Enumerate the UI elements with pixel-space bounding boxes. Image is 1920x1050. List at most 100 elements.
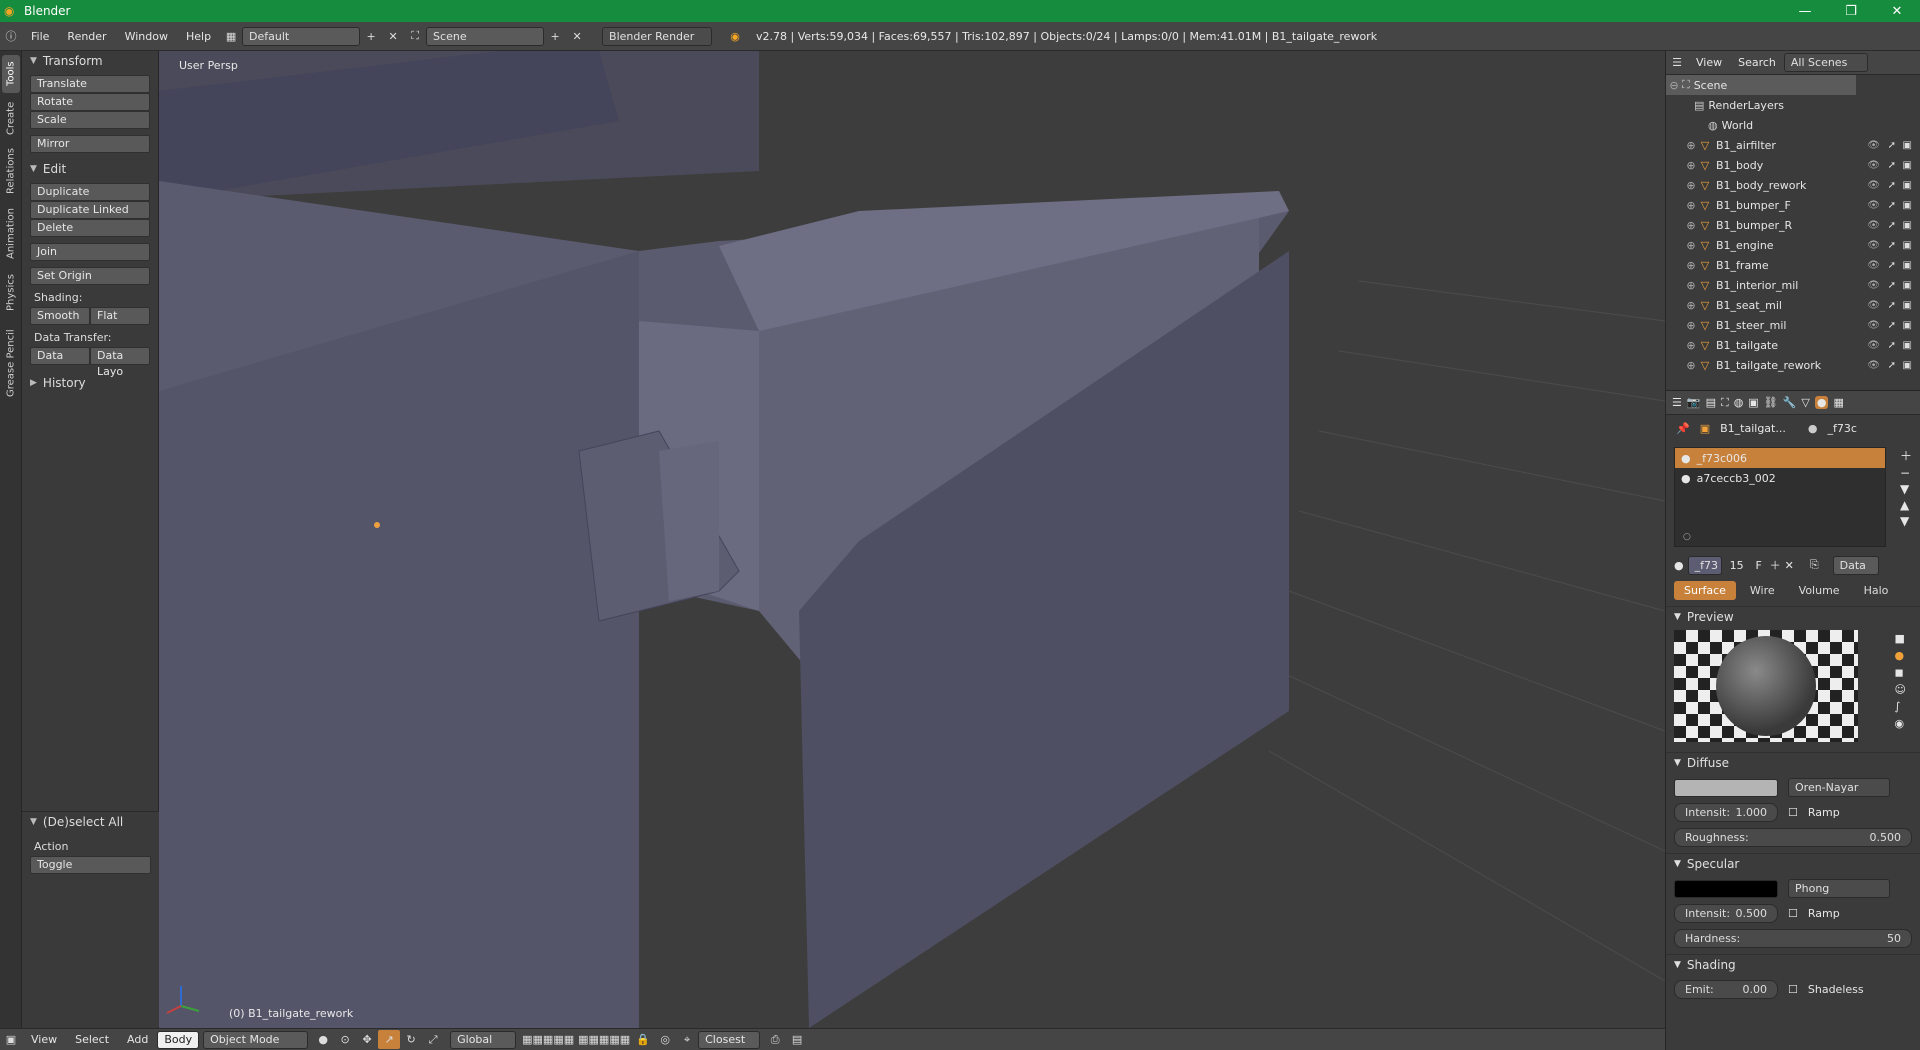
screen-layout-field[interactable]: Default xyxy=(242,26,361,46)
duplicate-button[interactable]: Duplicate xyxy=(30,183,150,201)
modifiers-tab-icon[interactable]: 🔧 xyxy=(1783,396,1797,409)
properties-editor-icon[interactable]: ☰ xyxy=(1672,396,1682,409)
outliner-object-row[interactable]: ⊕ ▽ B1_airfilter 👁 ➚ ▣ xyxy=(1666,135,1920,155)
specular-shader-select[interactable]: Phong xyxy=(1788,879,1890,898)
tab-physics[interactable]: Physics xyxy=(2,269,20,317)
selectable-cursor-icon[interactable]: ➚ xyxy=(1888,240,1896,251)
outliner-scene-row[interactable]: ⊖ ⛶ Scene xyxy=(1666,75,1856,95)
specular-panel-header[interactable]: ▼ Specular xyxy=(1666,853,1920,873)
data-button[interactable]: Data xyxy=(30,347,90,365)
constraints-tab-icon[interactable]: ⛓ xyxy=(1764,396,1778,409)
specular-ramp-checkbox[interactable]: ☐ xyxy=(1788,907,1798,920)
outliner-object-row[interactable]: ⊕ ▽ B1_interior_mil 👁 ➚ ▣ xyxy=(1666,275,1920,295)
remove-scene-icon[interactable]: ✕ xyxy=(566,27,588,46)
menu-window[interactable]: Window xyxy=(116,30,177,43)
data-layout-button[interactable]: Data Layo xyxy=(90,347,150,378)
expand-icon[interactable]: ⊕ xyxy=(1684,359,1698,372)
scene-field[interactable]: Scene xyxy=(426,26,545,46)
outliner-object-row[interactable]: ⊕ ▽ B1_tailgate_rework 👁 ➚ ▣ xyxy=(1666,355,1920,375)
remove-layout-icon[interactable]: ✕ xyxy=(382,27,404,46)
expand-icon[interactable]: ⊕ xyxy=(1684,239,1698,252)
outliner-view-menu[interactable]: View xyxy=(1688,56,1730,69)
renderable-camera-icon[interactable]: ▣ xyxy=(1903,280,1912,291)
new-material-icon[interactable]: ＋ xyxy=(1770,557,1781,573)
material-slot-row[interactable]: ● _f73c006 xyxy=(1675,448,1885,468)
outliner-editor-icon[interactable]: ☰ xyxy=(1666,53,1688,72)
renderable-camera-icon[interactable]: ▣ xyxy=(1903,340,1912,351)
preview-panel-header[interactable]: ▼ Preview xyxy=(1666,606,1920,626)
renderable-camera-icon[interactable]: ▣ xyxy=(1903,320,1912,331)
set-origin-select[interactable]: Set Origin xyxy=(30,267,150,285)
specular-intensity-field[interactable]: Intensit: 0.500 xyxy=(1674,904,1778,923)
link-select[interactable]: Data xyxy=(1832,555,1879,575)
history-panel-header[interactable]: ▶ History xyxy=(22,373,158,393)
edit-panel-header[interactable]: ▼ Edit xyxy=(22,159,158,179)
context-material[interactable]: _f73c xyxy=(1827,422,1856,435)
smooth-button[interactable]: Smooth xyxy=(30,307,90,325)
visibility-eye-icon[interactable]: 👁 xyxy=(1867,340,1880,351)
translate-button[interactable]: Translate xyxy=(30,75,150,93)
outliner-object-row[interactable]: ⊕ ▽ B1_frame 👁 ➚ ▣ xyxy=(1666,255,1920,275)
duplicate-linked-button[interactable]: Duplicate Linked xyxy=(30,201,150,219)
specular-color-swatch[interactable] xyxy=(1674,879,1778,898)
sky-preview-icon[interactable]: ◉ xyxy=(1895,717,1906,730)
viewport-shading-icon[interactable]: ● xyxy=(312,1030,334,1049)
menu-view[interactable]: View xyxy=(22,1033,66,1046)
renderable-camera-icon[interactable]: ▣ xyxy=(1903,220,1912,231)
material-browse-icon[interactable]: ● xyxy=(1674,559,1684,572)
add-scene-icon[interactable]: + xyxy=(544,27,566,46)
expand-icon[interactable]: ⊕ xyxy=(1684,279,1698,292)
selectable-cursor-icon[interactable]: ➚ xyxy=(1888,220,1896,231)
rotate-manipulator-icon[interactable]: ↻ xyxy=(400,1030,422,1049)
tab-surface[interactable]: Surface xyxy=(1674,581,1736,600)
selectable-cursor-icon[interactable]: ➚ xyxy=(1888,260,1896,271)
expand-icon[interactable]: ⊕ xyxy=(1684,339,1698,352)
outliner-renderlayers-row[interactable]: ▤ RenderLayers xyxy=(1666,95,1920,115)
diffuse-intensity-field[interactable]: Intensit: 1.000 xyxy=(1674,803,1778,822)
expand-icon[interactable]: ⊕ xyxy=(1684,159,1698,172)
rotate-button[interactable]: Rotate xyxy=(30,93,150,111)
selectable-cursor-icon[interactable]: ➚ xyxy=(1888,180,1896,191)
selectable-cursor-icon[interactable]: ➚ xyxy=(1888,300,1896,311)
maximize-icon[interactable]: ❐ xyxy=(1828,0,1874,22)
selectable-cursor-icon[interactable]: ➚ xyxy=(1888,360,1896,371)
hardness-field[interactable]: Hardness: 50 xyxy=(1674,929,1912,948)
tab-relations[interactable]: Relations xyxy=(2,143,20,199)
scale-manipulator-icon[interactable]: ⤢ xyxy=(422,1030,444,1049)
slot-specials-icon[interactable]: ▼ xyxy=(1900,482,1912,496)
outliner-object-row[interactable]: ⊕ ▽ B1_bumper_F 👁 ➚ ▣ xyxy=(1666,195,1920,215)
visibility-eye-icon[interactable]: 👁 xyxy=(1867,320,1880,331)
opengl-render-icon[interactable]: ▤ xyxy=(786,1030,808,1049)
outliner-object-row[interactable]: ⊕ ▽ B1_seat_mil 👁 ➚ ▣ xyxy=(1666,295,1920,315)
body-menu-button[interactable]: Body xyxy=(157,1030,200,1049)
monkey-preview-icon[interactable]: ☺ xyxy=(1895,683,1906,696)
object-tab-icon[interactable]: ▣ xyxy=(1748,396,1758,409)
selectable-cursor-icon[interactable]: ➚ xyxy=(1888,320,1896,331)
unlink-material-icon[interactable]: ✕ xyxy=(1785,559,1794,572)
pin-icon[interactable]: 📌 xyxy=(1676,422,1690,435)
selectable-cursor-icon[interactable]: ➚ xyxy=(1888,160,1896,171)
render-layers-tab-icon[interactable]: ▤ xyxy=(1706,396,1716,409)
tab-grease-pencil[interactable]: Grease Pencil xyxy=(2,321,20,405)
data-tab-icon[interactable]: ▽ xyxy=(1801,396,1809,409)
visibility-eye-icon[interactable]: 👁 xyxy=(1867,140,1880,151)
snap-icon[interactable]: ⌖ xyxy=(676,1030,698,1049)
scale-button[interactable]: Scale xyxy=(30,111,150,129)
sphere-preview-icon[interactable]: ● xyxy=(1895,649,1906,662)
outliner-object-row[interactable]: ⊕ ▽ B1_engine 👁 ➚ ▣ xyxy=(1666,235,1920,255)
move-slot-down-icon[interactable]: ▼ xyxy=(1900,514,1912,528)
render-engine-select[interactable]: Blender Render xyxy=(602,26,713,46)
expand-icon[interactable]: ⊕ xyxy=(1684,139,1698,152)
diffuse-shader-select[interactable]: Oren-Nayar xyxy=(1788,778,1890,797)
expand-icon[interactable]: ⊕ xyxy=(1684,259,1698,272)
roughness-field[interactable]: Roughness: 0.500 xyxy=(1674,828,1912,847)
layers-grid-icon[interactable]: ▦▦▦▦▦ xyxy=(576,1030,632,1049)
link-type-icon[interactable]: ⎘ xyxy=(1810,558,1819,572)
outliner-world-row[interactable]: ◍ World xyxy=(1666,115,1920,135)
add-slot-icon[interactable]: ＋ xyxy=(1900,447,1912,464)
tab-animation[interactable]: Animation xyxy=(2,203,20,265)
cube-preview-icon[interactable]: ◼ xyxy=(1895,666,1906,679)
3d-viewport[interactable]: User Persp (0) B1_tailgate_rework xyxy=(159,51,1665,1028)
renderable-camera-icon[interactable]: ▣ xyxy=(1903,160,1912,171)
visibility-eye-icon[interactable]: 👁 xyxy=(1867,220,1880,231)
